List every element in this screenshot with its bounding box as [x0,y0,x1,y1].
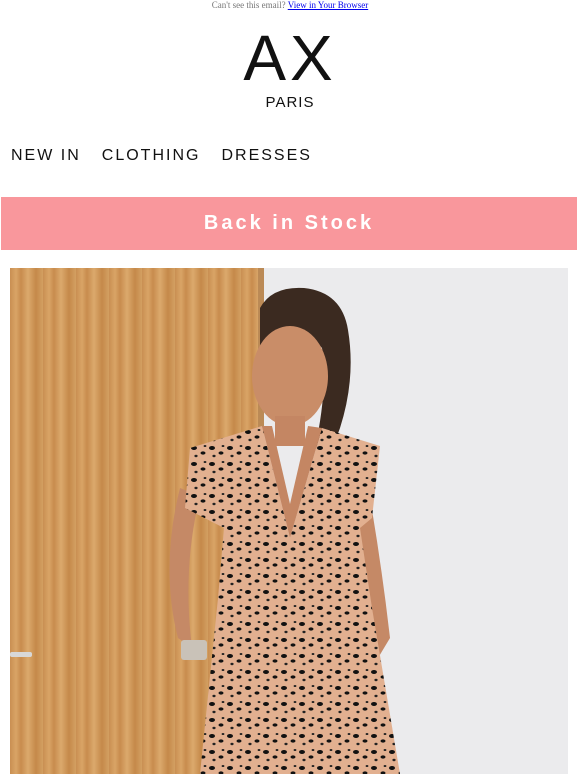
logo-mark: AX [243,22,337,94]
logo-subtitle: PARIS [265,94,315,111]
back-in-stock-banner[interactable]: Back in Stock [1,197,577,250]
nav-item-new-in[interactable]: NEW IN [11,147,81,165]
preheader-text: Can't see this email? [211,0,286,10]
model-figure [169,287,400,774]
banner-label: Back in Stock [203,212,375,234]
main-nav: NEW IN CLOTHING DRESSES [11,147,312,165]
hero-image[interactable] [10,268,568,774]
brand-logo[interactable]: AX PARIS [0,26,580,111]
nav-item-dresses[interactable]: DRESSES [221,147,311,165]
preheader: Can't see this email? View in Your Brows… [0,0,580,10]
view-in-browser-link[interactable]: View in Your Browser [288,0,368,10]
nav-item-clothing[interactable]: CLOTHING [102,147,201,165]
